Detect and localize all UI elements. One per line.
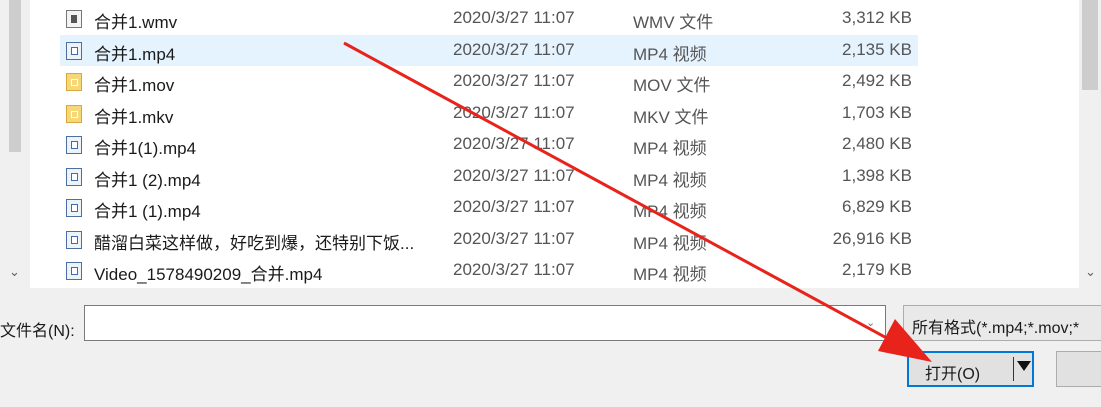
right-scrollbar-thumb[interactable] (1082, 0, 1098, 90)
chevron-down-icon[interactable]: ⌄ (1085, 264, 1096, 280)
file-size: 2,492 KB (842, 71, 912, 90)
mp4-file-icon (66, 136, 82, 154)
file-size: 6,829 KB (842, 197, 912, 216)
mp4-file-icon (66, 41, 82, 60)
file-name: 醋溜白菜这样做，好吃到爆，还特别下饭... (94, 233, 415, 253)
file-row[interactable]: 合并1.wmv 2020/3/27 11:07 WMV 文件 3,312 KB (60, 3, 918, 34)
left-scrollbar-thumb[interactable] (9, 0, 21, 152)
mp4-file-icon (66, 167, 82, 186)
file-size: 2,480 KB (842, 134, 912, 153)
file-size: 2,135 KB (842, 39, 912, 59)
triangle-down-icon[interactable] (1017, 361, 1031, 371)
file-date: 2020/3/27 11:07 (453, 8, 575, 27)
file-row[interactable]: 合并1.mp4 2020/3/27 11:07 MP4 视频 2,135 KB (60, 34, 918, 66)
filename-input[interactable] (84, 305, 886, 341)
chevron-down-icon[interactable]: ⌄ (9, 264, 20, 280)
left-scrollbar[interactable]: ⌄ (0, 0, 30, 288)
file-size: 1,703 KB (842, 102, 912, 122)
file-date: 2020/3/27 11:07 (453, 39, 575, 59)
file-name: Video_1578490209_合并.mp4 (94, 265, 323, 284)
file-row[interactable]: 醋溜白菜这样做，好吃到爆，还特别下饭... 2020/3/27 11:07 MP4 … (60, 224, 918, 255)
file-row[interactable]: 合并1 (1).mp4 2020/3/27 11:07 MP4 视频 6,829 KB (60, 192, 918, 223)
file-date: 2020/3/27 11:07 (453, 102, 575, 122)
chevron-down-icon[interactable]: ⌄ (866, 316, 875, 329)
file-name: 合并1.wmv (94, 13, 178, 32)
file-type: MP4 视频 (633, 44, 707, 64)
file-name: 合并1(1).mp4 (94, 139, 197, 158)
file-name: 合并1 (1).mp4 (94, 202, 201, 221)
file-date: 2020/3/27 11:07 (453, 197, 575, 216)
file-size: 1,398 KB (842, 165, 912, 185)
mp4-file-icon (66, 199, 82, 217)
file-type: MP4 视频 (633, 170, 707, 190)
file-date: 2020/3/27 11:07 (453, 165, 575, 185)
file-row[interactable]: 合并1(1).mp4 2020/3/27 11:07 MP4 视频 2,480 KB (60, 129, 918, 160)
file-type: MP4 视频 (633, 233, 707, 253)
file-name: 合并1.mp4 (94, 44, 176, 64)
file-name: 合并1 (2).mp4 (94, 170, 201, 190)
right-scrollbar[interactable]: ⌄ (1079, 0, 1101, 288)
file-date: 2020/3/27 11:07 (453, 71, 575, 90)
mkv-file-icon (66, 104, 82, 123)
file-name: 合并1.mov (94, 76, 175, 95)
file-type: MKV 文件 (633, 107, 709, 127)
filename-label: 文件名(N): (0, 323, 75, 340)
file-type: WMV 文件 (633, 13, 714, 32)
open-button-label: 打开(O) (925, 366, 981, 383)
mp4-file-icon (66, 230, 82, 249)
file-type: MP4 视频 (633, 265, 707, 284)
file-row[interactable]: 合并1.mov 2020/3/27 11:07 MOV 文件 2,492 KB (60, 66, 918, 97)
file-date: 2020/3/27 11:07 (453, 260, 575, 279)
file-size: 2,179 KB (842, 260, 912, 279)
open-button[interactable]: 打开(O) (907, 351, 1034, 387)
file-size: 3,312 KB (842, 8, 912, 27)
file-type-filter[interactable]: 所有格式(*.mp4;*.mov;* (903, 305, 1101, 341)
wmv-file-icon (66, 10, 82, 28)
cancel-button[interactable] (1056, 351, 1101, 387)
file-row[interactable]: 合并1.mkv 2020/3/27 11:07 MKV 文件 1,703 KB (60, 98, 918, 129)
file-type: MP4 视频 (633, 139, 707, 158)
file-row[interactable]: Video_1578490209_合并.mp4 2020/3/27 11:07 MP… (60, 255, 918, 286)
file-type-filter-label: 所有格式(*.mp4;*.mov;* (912, 320, 1080, 337)
file-type: MP4 视频 (633, 202, 707, 221)
file-list: ⌄ 合并1.wmv 2020/3/27 11:07 WMV 文件 3,312 KB 合并… (0, 0, 1101, 288)
file-name: 合并1.mkv (94, 107, 174, 127)
split-divider (1013, 357, 1014, 381)
file-date: 2020/3/27 11:07 (453, 134, 575, 153)
file-row[interactable]: 合并1 (2).mp4 2020/3/27 11:07 MP4 视频 1,398 KB (60, 161, 918, 192)
file-size: 26,916 KB (832, 228, 912, 248)
file-date: 2020/3/27 11:07 (453, 228, 575, 248)
file-type: MOV 文件 (633, 76, 711, 95)
mp4-file-icon (66, 262, 82, 280)
mov-file-icon (66, 73, 82, 91)
